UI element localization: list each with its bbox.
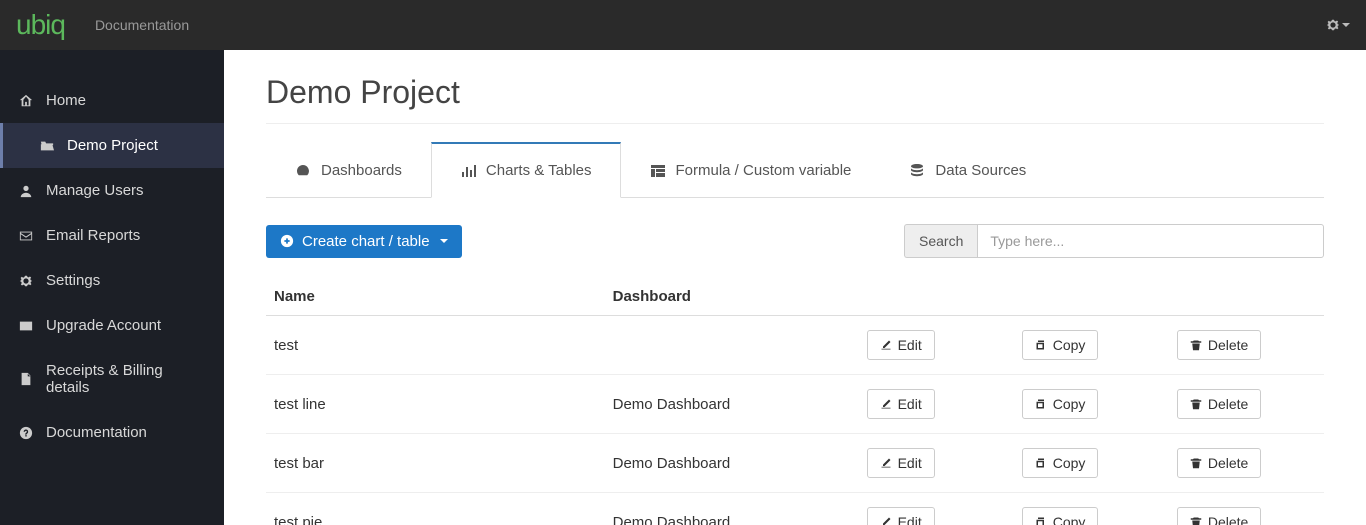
question-icon: [18, 426, 34, 440]
file-icon: [18, 372, 34, 386]
header-name: Name: [266, 278, 605, 316]
copy-icon: [1035, 516, 1047, 525]
edit-button[interactable]: Edit: [867, 330, 935, 360]
caret-down-icon: [1342, 23, 1350, 27]
sidebar-item-receipts-billing[interactable]: Receipts & Billing details: [0, 348, 224, 410]
settings-menu[interactable]: [1326, 18, 1350, 32]
cell-dashboard: Demo Dashboard: [605, 434, 859, 493]
create-chart-label: Create chart / table: [302, 233, 430, 250]
plus-circle-icon: [280, 234, 294, 248]
envelope-icon: [18, 229, 34, 243]
copy-icon: [1035, 339, 1047, 351]
navbar: ubiq Documentation: [0, 0, 1366, 50]
trash-icon: [1190, 398, 1202, 410]
copy-button[interactable]: Copy: [1022, 448, 1099, 478]
search-group: Search: [904, 224, 1324, 258]
sidebar-item-manage-users[interactable]: Manage Users: [0, 168, 224, 213]
bar-chart-icon: [460, 163, 476, 179]
trash-icon: [1190, 339, 1202, 351]
tab-label: Data Sources: [935, 162, 1026, 179]
edit-icon: [880, 516, 892, 525]
create-chart-button[interactable]: Create chart / table: [266, 225, 462, 258]
tab-formula[interactable]: Formula / Custom variable: [621, 142, 881, 198]
edit-icon: [880, 457, 892, 469]
brand-logo[interactable]: ubiq: [16, 9, 65, 41]
table-row: test line Demo Dashboard Edit Copy Delet…: [266, 375, 1324, 434]
page-title: Demo Project: [266, 74, 1324, 124]
caret-down-icon: [440, 239, 448, 243]
copy-button[interactable]: Copy: [1022, 507, 1099, 525]
tab-label: Formula / Custom variable: [676, 162, 852, 179]
grid-icon: [650, 163, 666, 179]
copy-button[interactable]: Copy: [1022, 389, 1099, 419]
user-icon: [18, 184, 34, 198]
credit-card-icon: [18, 319, 34, 333]
trash-icon: [1190, 457, 1202, 469]
search-input[interactable]: [977, 224, 1324, 258]
dashboard-icon: [295, 163, 311, 179]
edit-icon: [880, 339, 892, 351]
table-row: test Edit Copy Delete: [266, 316, 1324, 375]
sidebar-item-label: Manage Users: [46, 182, 144, 199]
main-content: Demo Project Dashboards Charts & Tables …: [224, 50, 1366, 525]
cell-dashboard: [605, 316, 859, 375]
sidebar-item-label: Receipts & Billing details: [46, 362, 206, 396]
cell-name: test line: [266, 375, 605, 434]
sidebar-item-upgrade-account[interactable]: Upgrade Account: [0, 303, 224, 348]
sidebar-item-label: Upgrade Account: [46, 317, 161, 334]
tab-label: Charts & Tables: [486, 162, 592, 179]
sidebar-item-settings[interactable]: Settings: [0, 258, 224, 303]
gear-icon: [1326, 18, 1340, 32]
search-label: Search: [904, 224, 977, 258]
sidebar-item-documentation[interactable]: Documentation: [0, 410, 224, 455]
cell-name: test bar: [266, 434, 605, 493]
sidebar-item-email-reports[interactable]: Email Reports: [0, 213, 224, 258]
copy-icon: [1035, 457, 1047, 469]
delete-button[interactable]: Delete: [1177, 389, 1261, 419]
copy-icon: [1035, 398, 1047, 410]
table-row: test pie Demo Dashboard Edit Copy Delete: [266, 493, 1324, 525]
sidebar-item-label: Email Reports: [46, 227, 140, 244]
sidebar-item-home[interactable]: Home: [0, 78, 224, 123]
tab-data-sources[interactable]: Data Sources: [880, 142, 1055, 198]
cell-dashboard: Demo Dashboard: [605, 375, 859, 434]
tab-label: Dashboards: [321, 162, 402, 179]
edit-button[interactable]: Edit: [867, 507, 935, 525]
tab-dashboards[interactable]: Dashboards: [266, 142, 431, 198]
cell-dashboard: Demo Dashboard: [605, 493, 859, 525]
sidebar-item-label: Demo Project: [67, 137, 158, 154]
delete-button[interactable]: Delete: [1177, 448, 1261, 478]
gear-icon: [18, 274, 34, 288]
database-icon: [909, 163, 925, 179]
tabs: Dashboards Charts & Tables Formula / Cus…: [266, 142, 1324, 198]
sidebar: Home Demo Project Manage Users Email Rep…: [0, 50, 224, 525]
sidebar-item-label: Home: [46, 92, 86, 109]
sidebar-item-label: Documentation: [46, 424, 147, 441]
sidebar-item-demo-project[interactable]: Demo Project: [0, 123, 224, 168]
cell-name: test: [266, 316, 605, 375]
folder-open-icon: [39, 139, 55, 153]
cell-name: test pie: [266, 493, 605, 525]
header-dashboard: Dashboard: [605, 278, 859, 316]
charts-table: Name Dashboard test Edit Copy Delete tes…: [266, 278, 1324, 525]
edit-button[interactable]: Edit: [867, 389, 935, 419]
delete-button[interactable]: Delete: [1177, 507, 1261, 525]
toolbar: Create chart / table Search: [266, 224, 1324, 258]
table-row: test bar Demo Dashboard Edit Copy Delete: [266, 434, 1324, 493]
nav-documentation-link[interactable]: Documentation: [95, 17, 189, 33]
trash-icon: [1190, 516, 1202, 525]
tab-charts-tables[interactable]: Charts & Tables: [431, 142, 621, 198]
sidebar-item-label: Settings: [46, 272, 100, 289]
edit-button[interactable]: Edit: [867, 448, 935, 478]
delete-button[interactable]: Delete: [1177, 330, 1261, 360]
edit-icon: [880, 398, 892, 410]
home-icon: [18, 94, 34, 108]
copy-button[interactable]: Copy: [1022, 330, 1099, 360]
